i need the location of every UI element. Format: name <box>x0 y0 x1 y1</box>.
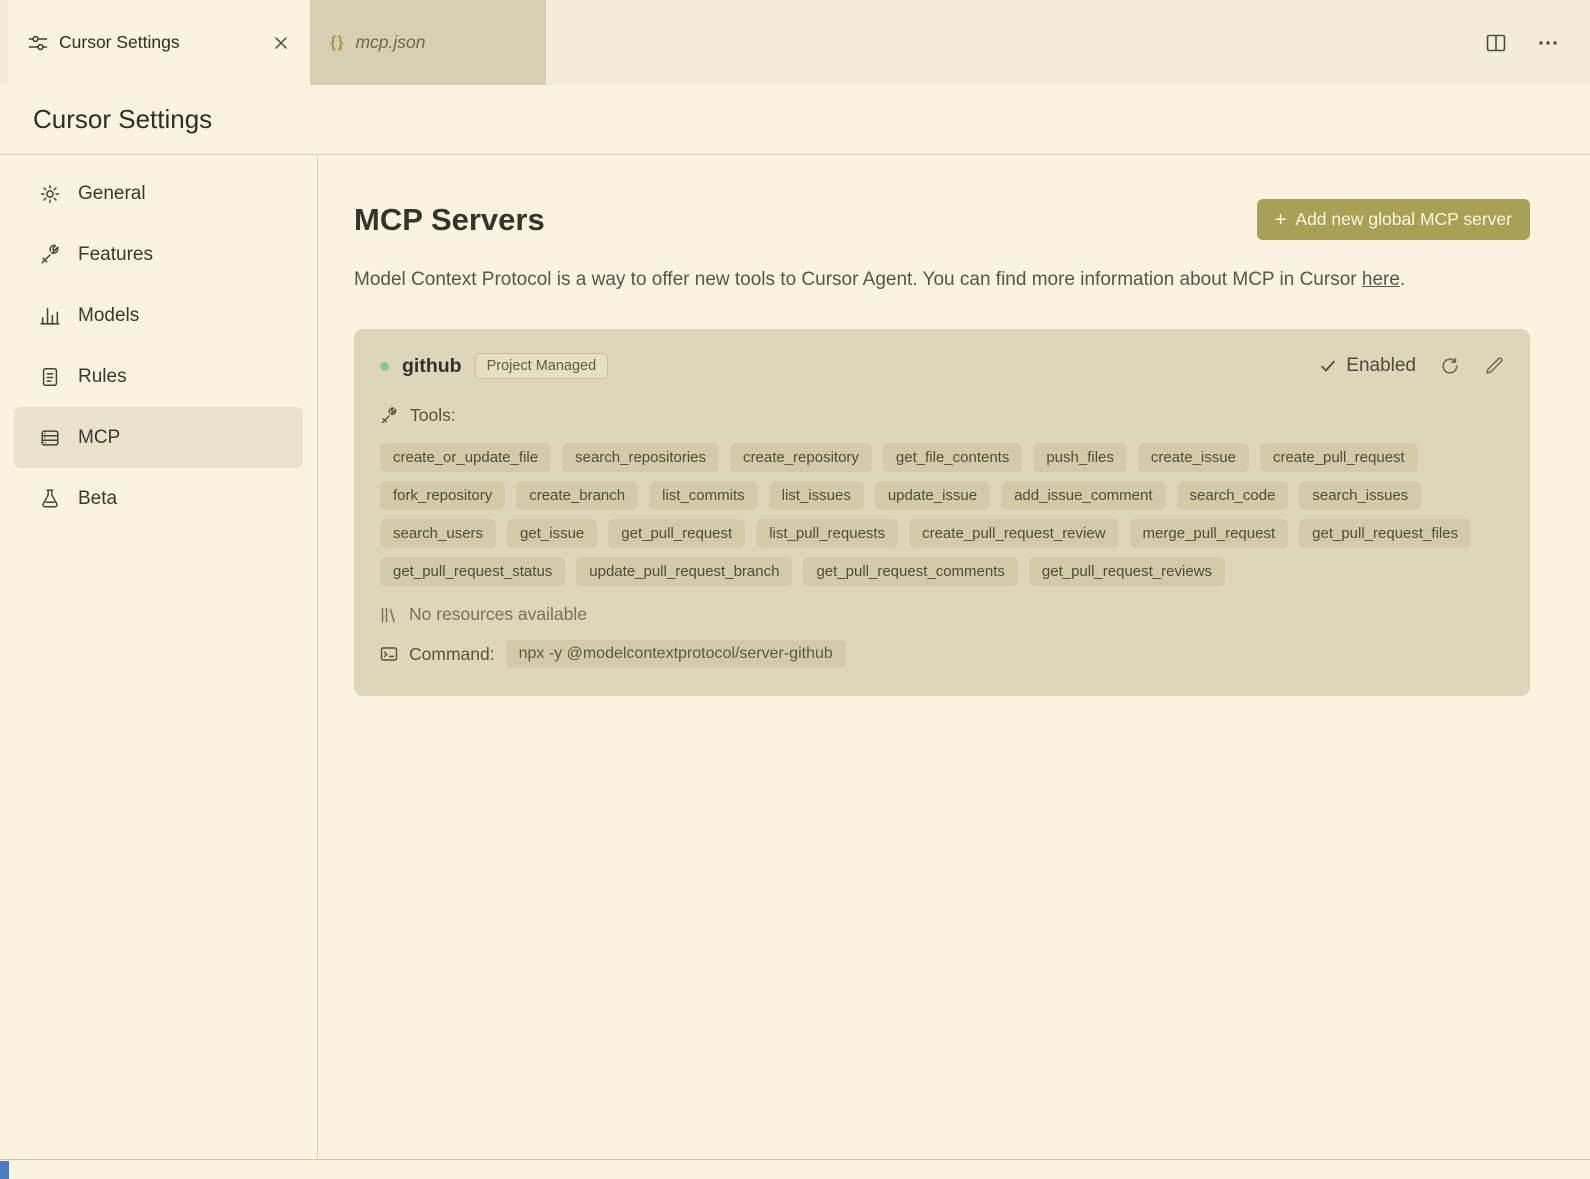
tool-tag: list_pull_requests <box>756 519 899 548</box>
sliders-icon <box>28 33 48 53</box>
tool-tag: push_files <box>1033 443 1127 472</box>
description-text: Model Context Protocol is a way to offer… <box>354 269 1362 290</box>
tool-tag: add_issue_comment <box>1001 481 1166 510</box>
tool-tag: create_issue <box>1137 443 1249 472</box>
close-icon[interactable] <box>272 34 290 52</box>
server-icon <box>39 427 61 449</box>
plus-icon: + <box>1274 208 1287 231</box>
tab-cursor-settings[interactable]: Cursor Settings <box>8 0 310 85</box>
editor-tab-bar: Cursor Settings {} mcp.json <box>0 0 1590 85</box>
sidebar-item-label: Features <box>78 243 153 265</box>
tools-icon <box>39 244 61 266</box>
resources-row: No resources available <box>380 604 1504 625</box>
tool-tag: create_pull_request_review <box>909 519 1119 548</box>
sidebar-item-rules[interactable]: Rules <box>14 346 303 407</box>
sidebar-item-features[interactable]: Features <box>14 224 303 285</box>
project-managed-badge: Project Managed <box>474 353 609 379</box>
enabled-label: Enabled <box>1346 355 1416 376</box>
server-card-actions: Enabled <box>1319 355 1504 377</box>
settings-layout: General Features Models Rules MCP Beta M… <box>0 155 1590 1159</box>
tool-tag: create_pull_request <box>1259 443 1418 472</box>
terminal-icon <box>380 645 398 663</box>
command-value: npx -y @modelcontextprotocol/server-gith… <box>505 640 846 668</box>
tab-label: mcp.json <box>355 32 426 52</box>
tool-tag: update_issue <box>874 481 991 510</box>
sidebar-item-models[interactable]: Models <box>14 285 303 346</box>
mcp-settings-content: MCP Servers + Add new global MCP server … <box>318 155 1590 1159</box>
tool-tag: fork_repository <box>380 481 506 510</box>
tab-bar-actions <box>1484 0 1590 85</box>
tool-tag: merge_pull_request <box>1129 519 1289 548</box>
tool-tag: search_users <box>380 519 497 548</box>
mcp-docs-link[interactable]: here <box>1362 269 1400 290</box>
tool-tag: create_or_update_file <box>380 443 552 472</box>
sidebar-item-label: MCP <box>78 426 121 448</box>
split-editor-icon[interactable] <box>1484 31 1508 55</box>
settings-sidebar: General Features Models Rules MCP Beta <box>0 155 318 1159</box>
page-title: Cursor Settings <box>33 104 213 134</box>
flask-icon <box>39 488 61 510</box>
mcp-server-card: github Project Managed Enabled Tools: cr… <box>354 329 1530 696</box>
tab-label: Cursor Settings <box>59 32 180 52</box>
tool-tag: get_pull_request_comments <box>803 557 1018 586</box>
tool-tag: get_pull_request_files <box>1299 519 1472 548</box>
sidebar-item-general[interactable]: General <box>14 163 303 224</box>
sidebar-item-label: Models <box>78 304 140 326</box>
tool-tag: get_pull_request <box>608 519 746 548</box>
enabled-toggle[interactable]: Enabled <box>1319 355 1416 377</box>
mcp-description: Model Context Protocol is a way to offer… <box>354 262 1530 297</box>
status-bar <box>0 1159 1590 1179</box>
resources-text: No resources available <box>409 604 588 624</box>
sidebar-item-beta[interactable]: Beta <box>14 468 303 529</box>
json-braces-icon: {} <box>330 33 345 51</box>
more-actions-icon[interactable] <box>1536 31 1560 55</box>
tool-tag: list_issues <box>768 481 864 510</box>
tool-tag: list_commits <box>649 481 758 510</box>
library-icon <box>380 606 398 624</box>
gear-icon <box>39 183 61 205</box>
tool-tag: search_repositories <box>562 443 720 472</box>
tool-tag: create_repository <box>730 443 872 472</box>
sidebar-item-label: Beta <box>78 487 118 509</box>
tool-tag-list: create_or_update_file search_repositorie… <box>380 443 1490 586</box>
server-status-dot <box>380 361 389 371</box>
sidebar-item-label: General <box>78 182 146 204</box>
tool-tag: create_branch <box>516 481 639 510</box>
tool-tag: update_pull_request_branch <box>576 557 793 586</box>
refresh-icon[interactable] <box>1440 356 1460 376</box>
document-icon <box>39 366 61 388</box>
add-global-mcp-server-button[interactable]: + Add new global MCP server <box>1256 199 1530 240</box>
tab-mcp-json[interactable]: {} mcp.json <box>310 0 546 85</box>
edit-pencil-icon[interactable] <box>1484 356 1504 376</box>
section-title: MCP Servers <box>354 201 545 237</box>
content-header: MCP Servers + Add new global MCP server <box>354 199 1530 240</box>
tools-label: Tools: <box>410 405 456 425</box>
tool-tag: search_issues <box>1299 481 1422 510</box>
sidebar-item-label: Rules <box>78 365 127 387</box>
wrench-icon <box>380 406 398 425</box>
command-label: Command: <box>409 643 495 664</box>
tool-tag: get_pull_request_status <box>380 557 566 586</box>
sidebar-item-mcp[interactable]: MCP <box>14 407 303 468</box>
tool-tag: search_code <box>1176 481 1289 510</box>
tool-tag: get_issue <box>507 519 598 548</box>
tool-tag: get_file_contents <box>882 443 1023 472</box>
remote-indicator <box>0 1161 9 1179</box>
check-icon <box>1319 357 1337 375</box>
server-card-header: github Project Managed Enabled <box>380 353 1504 379</box>
command-row: Command: npx -y @modelcontextprotocol/se… <box>380 640 1504 668</box>
add-button-label: Add new global MCP server <box>1295 209 1512 229</box>
description-period: . <box>1399 269 1406 290</box>
page-title-bar: Cursor Settings <box>0 85 1590 155</box>
server-name: github <box>402 354 462 377</box>
tool-tag: get_pull_request_reviews <box>1028 557 1225 586</box>
bar-chart-icon <box>39 305 61 327</box>
tools-label-row: Tools: <box>380 405 1504 426</box>
